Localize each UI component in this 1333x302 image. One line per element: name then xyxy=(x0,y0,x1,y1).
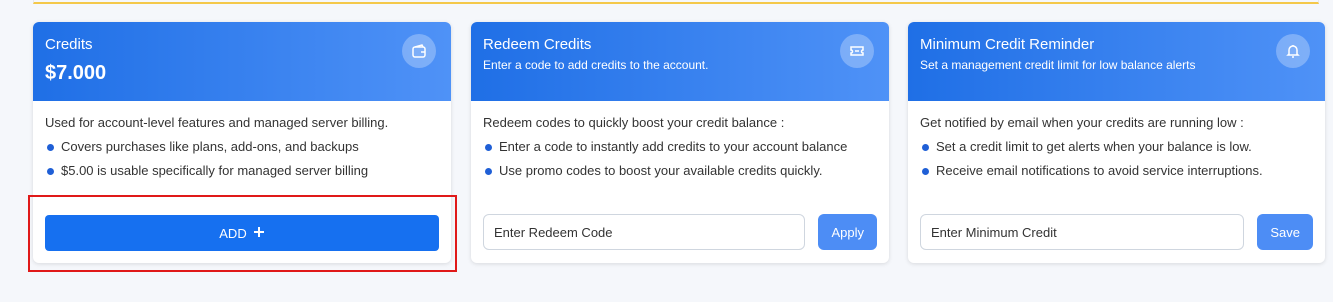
redeem-credits-card: Redeem Credits Enter a code to add credi… xyxy=(471,22,889,263)
redeem-input-row: Apply xyxy=(483,214,877,250)
save-button[interactable]: Save xyxy=(1257,214,1313,250)
top-card-edge xyxy=(33,0,1319,4)
list-item: Covers purchases like plans, add-ons, an… xyxy=(45,138,439,156)
reminder-bullet-list: Set a credit limit to get alerts when yo… xyxy=(920,138,1313,180)
credits-amount: $7.000 xyxy=(45,62,107,84)
credits-title: Credits xyxy=(45,36,93,53)
reminder-card-header: Minimum Credit Reminder Set a management… xyxy=(908,22,1325,101)
list-item: $5.00 is usable specifically for managed… xyxy=(45,162,439,180)
credits-card-body: Used for account-level features and mana… xyxy=(33,101,451,180)
redeem-card-header: Redeem Credits Enter a code to add credi… xyxy=(471,22,889,101)
highlight-box xyxy=(28,195,457,272)
credits-card-header: Credits $7.000 xyxy=(33,22,451,101)
minimum-credit-reminder-card: Minimum Credit Reminder Set a management… xyxy=(908,22,1325,263)
list-item: Enter a code to instantly add credits to… xyxy=(483,138,877,156)
wallet-icon xyxy=(402,34,436,68)
redeem-title: Redeem Credits xyxy=(483,36,592,53)
list-item: Receive email notifications to avoid ser… xyxy=(920,162,1313,180)
redeem-card-body: Redeem codes to quickly boost your credi… xyxy=(471,101,889,180)
redeem-bullet-list: Enter a code to instantly add credits to… xyxy=(483,138,877,180)
credits-intro: Used for account-level features and mana… xyxy=(45,115,389,130)
reminder-title: Minimum Credit Reminder xyxy=(920,36,1095,53)
minimum-credit-input[interactable] xyxy=(920,214,1245,250)
list-item: Use promo codes to boost your available … xyxy=(483,162,877,180)
reminder-intro: Get notified by email when your credits … xyxy=(920,115,1244,130)
reminder-card-body: Get notified by email when your credits … xyxy=(908,101,1325,180)
apply-button[interactable]: Apply xyxy=(818,214,877,250)
redeem-intro: Redeem codes to quickly boost your credi… xyxy=(483,115,785,130)
redeem-code-input[interactable] xyxy=(483,214,806,250)
bell-icon xyxy=(1276,34,1310,68)
credits-bullet-list: Covers purchases like plans, add-ons, an… xyxy=(45,138,439,180)
ticket-icon xyxy=(840,34,874,68)
list-item: Set a credit limit to get alerts when yo… xyxy=(920,138,1313,156)
reminder-subtitle: Set a management credit limit for low ba… xyxy=(920,58,1196,72)
redeem-subtitle: Enter a code to add credits to the accou… xyxy=(483,58,709,72)
reminder-input-row: Save xyxy=(920,214,1313,250)
